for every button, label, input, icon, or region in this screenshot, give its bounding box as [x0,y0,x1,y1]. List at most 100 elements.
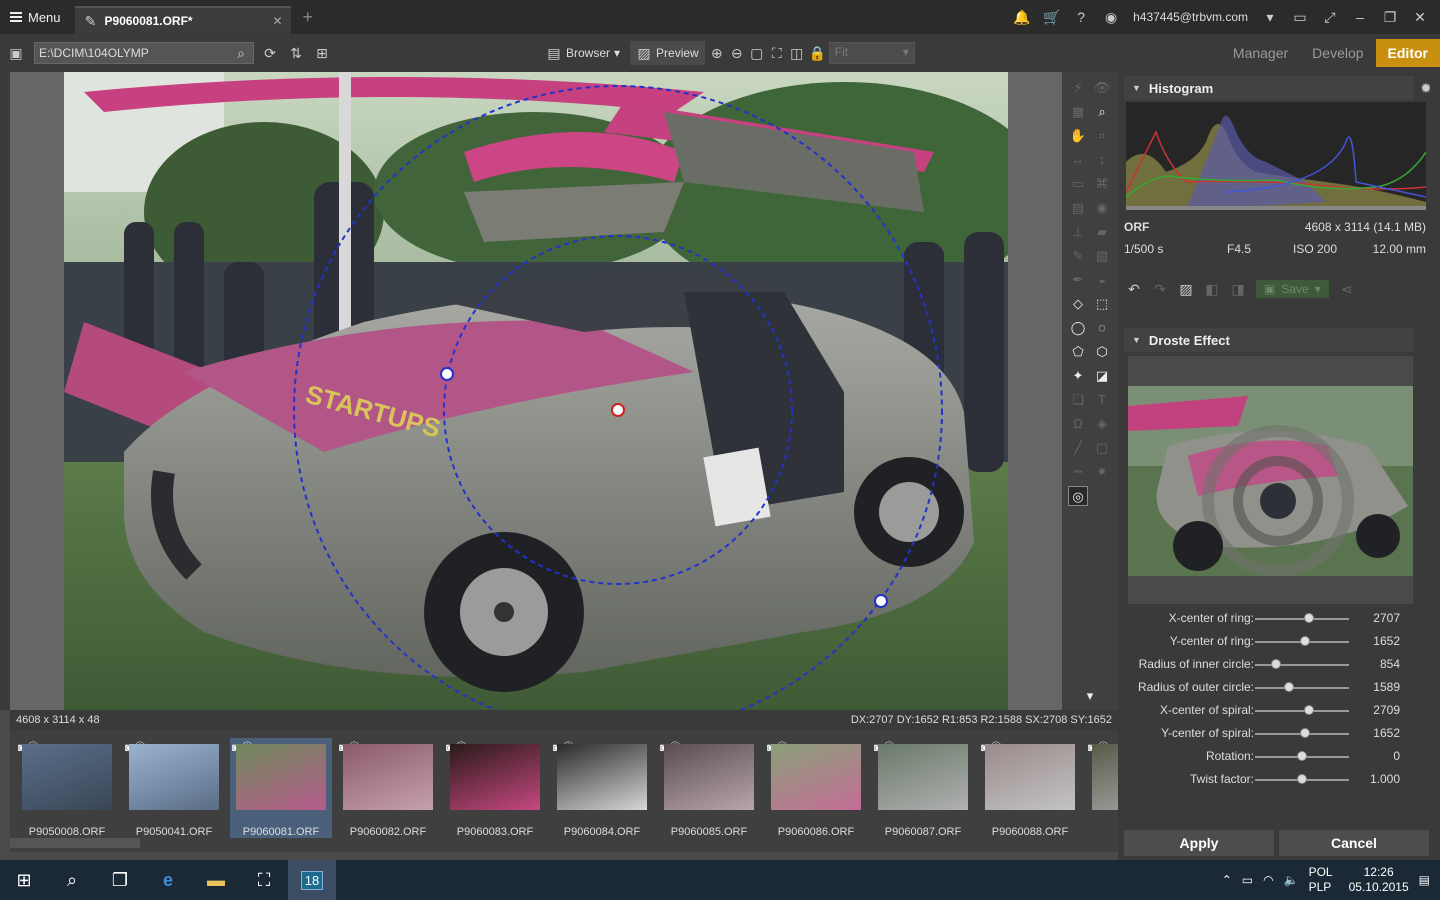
account-email[interactable]: h437445@trbvm.com [1133,10,1248,24]
magnetic-lasso-icon[interactable]: ⬡ [1092,342,1112,362]
droste-tool-icon[interactable]: ◎ [1068,486,1088,506]
scroll-down-icon[interactable]: ▾ [1080,686,1100,706]
line-icon[interactable]: ╱ [1068,438,1088,458]
slider-row[interactable]: Radius of inner circle: 854 [1118,655,1440,675]
help-icon[interactable]: ? [1073,9,1089,25]
rect-select-icon[interactable]: ⬚ [1092,294,1112,314]
slider-row[interactable]: Y-center of spiral: 1652 [1118,724,1440,744]
droste-header[interactable]: ▼ Droste Effect [1124,328,1414,352]
fullscreen-icon[interactable]: ⤢ [1322,9,1338,25]
edge-button[interactable]: e [144,860,192,900]
guides-icon[interactable]: ┅ [1068,462,1088,482]
apply-button[interactable]: Apply [1124,830,1274,856]
slider-row[interactable]: X-center of ring: 2707 [1118,609,1440,629]
magic-wand-icon[interactable]: ✦ [1068,366,1088,386]
slider-value[interactable]: 2707 [1373,611,1400,625]
layers-icon[interactable]: ▤ [1068,198,1088,218]
start-button[interactable]: ⊞ [0,860,48,900]
bell-icon[interactable]: 🔔 [1013,9,1030,25]
slider-knob[interactable] [1297,774,1307,784]
slider-value[interactable]: 1.000 [1370,772,1400,786]
polygon-select-icon[interactable]: ⬠ [1068,342,1088,362]
tab-develop[interactable]: Develop [1300,39,1375,67]
slider-row[interactable]: X-center of spiral: 2709 [1118,701,1440,721]
slider-knob[interactable] [1303,705,1314,715]
gradient-icon[interactable]: ▧ [1092,246,1112,266]
tab-editor[interactable]: Editor [1375,39,1440,67]
filmstrip-thumb[interactable]: ◙ ⓘP9050041.ORF [123,738,225,838]
refresh-icon[interactable]: ⟳ [262,45,278,61]
visibility-icon[interactable]: ◉ [1092,198,1112,218]
path-input[interactable]: E:\DCIM\104OLYMP ⌕ [34,42,254,64]
zoom-in-icon[interactable]: ⊕ [709,45,725,61]
actual-size-icon[interactable]: ▢ [749,45,765,61]
save-button[interactable]: ▣ Save ▾ [1256,280,1329,298]
left-panel-collapse[interactable] [0,72,10,710]
wifi-icon[interactable]: ◠ [1263,873,1273,887]
close-tab-icon[interactable]: ✕ [272,14,282,28]
slider-value[interactable]: 0 [1393,749,1400,763]
apply-right-icon[interactable]: ◨ [1230,281,1246,297]
pen-icon[interactable]: ✒ [1068,270,1088,290]
filmstrip-thumb[interactable]: ◙ ⓘP9060084.ORF [551,738,653,838]
straighten-icon[interactable]: ↔ [1068,150,1088,170]
slider-knob[interactable] [1283,682,1294,692]
sort-icon[interactable]: ⇅ [288,45,304,61]
filmstrip-thumb[interactable]: ◙ ⓘP9060086.ORF [765,738,867,838]
clock[interactable]: 12:26 05.10.2015 [1349,865,1409,895]
slider-knob[interactable] [1303,613,1314,623]
language-indicator[interactable]: POL PLP [1309,865,1333,895]
tab-manager[interactable]: Manager [1221,39,1300,67]
store-button[interactable]: ⛶ [240,860,288,900]
notification-icon[interactable]: ▤ [1419,873,1430,887]
slider-track[interactable] [1255,687,1349,689]
volume-icon[interactable]: 🔈 [1284,873,1299,887]
zoom-out-icon[interactable]: ⊖ [729,45,745,61]
original-image-icon[interactable]: ▨ [1178,281,1194,297]
settings-gear-icon[interactable]: ✷ [1092,462,1112,482]
slider-track[interactable] [1255,664,1349,666]
frame-icon[interactable]: ▢ [1092,438,1112,458]
slider-knob[interactable] [1299,636,1310,646]
grid-icon[interactable]: ▦ [1068,102,1088,122]
browser-button[interactable]: ▤ Browser ▾ [540,41,626,65]
slider-value[interactable]: 2709 [1373,703,1400,717]
shape-icon[interactable]: ◈ [1092,414,1112,434]
filmstrip-scrollbar[interactable] [10,838,140,848]
filmstrip-thumb[interactable]: ◙ ⓘP9060088.ORF [979,738,1081,838]
slider-value[interactable]: 854 [1380,657,1400,671]
ellipse-select-icon[interactable]: ◯ [1068,318,1088,338]
battery-icon[interactable]: ▭ [1242,873,1253,887]
right-panel-collapse[interactable] [1430,72,1440,860]
stamp-icon[interactable]: ⊥ [1068,222,1088,242]
slider-value[interactable]: 1652 [1373,634,1400,648]
crop-icon[interactable]: ⌗ [1092,126,1112,146]
search-taskbar-button[interactable]: ⌕ [48,860,96,900]
filmstrip-thumb[interactable]: ◙ ⓘP9060081.ORF [230,738,332,838]
compare-icon[interactable]: ◫ [789,45,805,61]
slider-knob[interactable] [1297,751,1307,761]
vertical-icon[interactable]: ↕ [1092,150,1112,170]
filmstrip-thumb[interactable]: ◙ ⓘP9050008.ORF [16,738,118,838]
slider-value[interactable]: 1652 [1373,726,1400,740]
slider-row[interactable]: Twist factor: 1.000 [1118,770,1440,790]
filmstrip-thumb[interactable]: ◙ ⓘP9060085.ORF [658,738,760,838]
apply-left-icon[interactable]: ◧ [1204,281,1220,297]
zoom-tool-icon[interactable]: ⌕ [1092,102,1112,122]
document-tab[interactable]: ✎ P9060081.ORF* ✕ [74,6,291,34]
transform-icon[interactable]: ▭ [1068,174,1088,194]
photo-canvas[interactable]: STARTUPS [64,72,1008,710]
eraser-tool-icon[interactable]: ◇ [1068,294,1088,314]
slider-row[interactable]: Rotation: 0 [1118,747,1440,767]
red-eye-icon[interactable]: 👁 [1092,78,1112,98]
eraser-icon[interactable]: ▰ [1092,222,1112,242]
quick-fix-icon[interactable]: ⚡ [1068,78,1088,98]
new-tab-icon[interactable]: + [303,7,314,28]
filmstrip-thumb[interactable]: ◙ ⓘP9060082.ORF [337,738,439,838]
warp-icon[interactable]: ⌘ [1092,174,1112,194]
lock-icon[interactable]: 🔒 [809,45,826,61]
redo-icon[interactable]: ↷ [1152,281,1168,297]
bucket-icon[interactable]: ◒ [1092,270,1112,290]
slider-track[interactable] [1255,710,1349,712]
histogram-header[interactable]: ▼ Histogram ✹ [1124,76,1432,100]
